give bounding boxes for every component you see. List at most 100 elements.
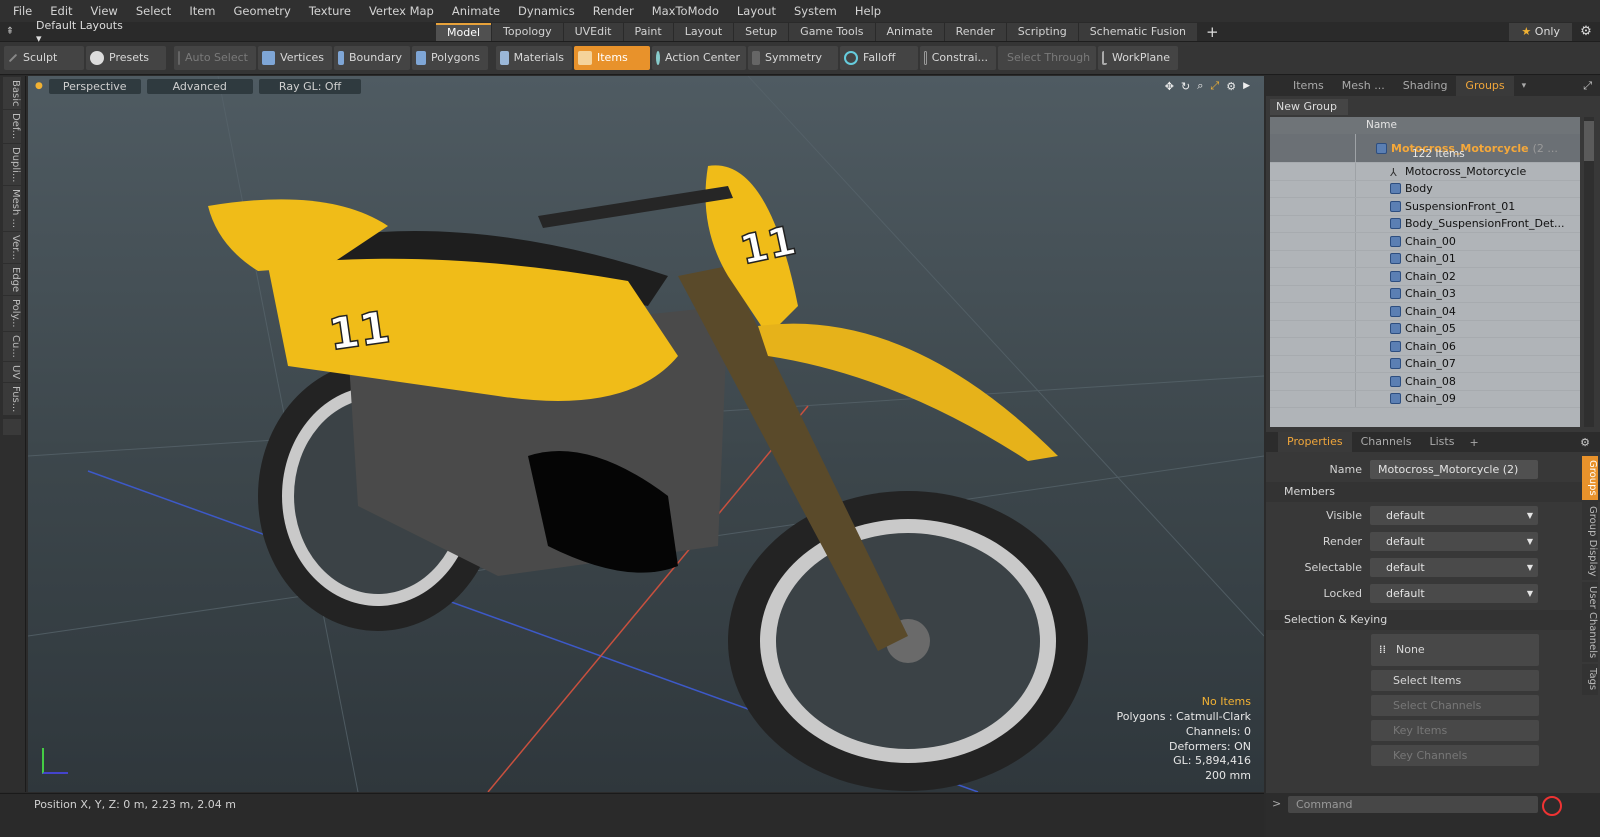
select-through-button[interactable]: Select Through — [998, 46, 1096, 70]
tab-properties[interactable]: Properties — [1278, 432, 1352, 452]
left-tab-vertex[interactable]: Ver... — [3, 232, 21, 264]
list-item[interactable]: Chain_05 — [1270, 320, 1580, 338]
command-input[interactable]: Command — [1288, 796, 1538, 813]
group-row[interactable]: Motocross_Motorcycle (2 ... 122 Items — [1270, 134, 1580, 163]
left-tab-mesh[interactable]: Mesh ... — [3, 186, 21, 232]
left-tab-more-button[interactable] — [3, 419, 21, 436]
action-center-button[interactable]: Action Center — [652, 46, 746, 70]
zoom-view-icon[interactable]: ⌕ — [1197, 79, 1203, 93]
select-channels-button[interactable]: Select Channels — [1371, 695, 1539, 716]
presets-button[interactable]: Presets — [86, 46, 166, 70]
add-tab-plus-icon[interactable]: + — [1198, 23, 1227, 41]
viewport-3d[interactable]: 11 11 ● Perspective Advanced Ray GL: Off… — [28, 76, 1264, 792]
tab-paint[interactable]: Paint — [623, 22, 673, 41]
tab-shading[interactable]: Shading — [1394, 76, 1457, 96]
left-tab-duplicate[interactable]: Dupli... — [3, 143, 21, 186]
tab-model[interactable]: Model — [436, 22, 492, 41]
tab-schematic-fusion[interactable]: Schematic Fusion — [1078, 22, 1198, 41]
key-channels-button[interactable]: Key Channels — [1371, 745, 1539, 766]
add-tab-plus-icon[interactable]: + — [1463, 436, 1484, 449]
left-tab-deform[interactable]: Def... — [3, 110, 21, 143]
list-item[interactable]: Chain_00 — [1270, 233, 1580, 251]
side-tab-groups[interactable]: Groups — [1582, 456, 1598, 500]
list-item[interactable]: Chain_06 — [1270, 338, 1580, 356]
tab-channels[interactable]: Channels — [1352, 432, 1421, 452]
list-item[interactable]: Chain_04 — [1270, 303, 1580, 321]
left-tab-uv[interactable]: UV — [3, 361, 21, 382]
menu-system[interactable]: System — [785, 0, 846, 22]
only-toggle[interactable]: ★ Only — [1509, 22, 1572, 41]
menu-layout[interactable]: Layout — [728, 0, 785, 22]
keying-preset-button[interactable]: ⁞⁞ None — [1371, 634, 1539, 666]
rotate-view-icon[interactable]: ↻ — [1181, 80, 1190, 93]
new-group-button[interactable]: New Group — [1270, 99, 1348, 115]
members-section[interactable]: Members — [1266, 482, 1600, 502]
side-tab-tags[interactable]: Tags — [1582, 664, 1598, 695]
list-item[interactable]: Chain_08 — [1270, 373, 1580, 391]
tab-layout[interactable]: Layout — [673, 22, 734, 41]
left-tab-fusion[interactable]: Fus... — [3, 382, 21, 416]
side-tab-group-display[interactable]: Group Display — [1582, 501, 1598, 581]
constraints-button[interactable]: Constrai... — [920, 46, 996, 70]
menu-animate[interactable]: Animate — [443, 0, 509, 22]
list-item[interactable]: Chain_07 — [1270, 355, 1580, 373]
tab-lists[interactable]: Lists — [1421, 432, 1464, 452]
visible-dropdown[interactable]: default ▼ — [1370, 505, 1538, 525]
selection-keying-section[interactable]: Selection & Keying — [1266, 610, 1600, 630]
items-button[interactable]: Items — [574, 46, 650, 70]
default-layouts-dropdown[interactable]: Default Layouts ▾ — [20, 19, 128, 45]
shading-mode-dropdown[interactable]: Advanced — [146, 78, 253, 94]
symmetry-button[interactable]: Symmetry — [748, 46, 838, 70]
panel-maximize-icon[interactable]: ⤢ — [1575, 79, 1600, 93]
menu-vertex-map[interactable]: Vertex Map — [360, 0, 443, 22]
tab-topology[interactable]: Topology — [492, 22, 563, 41]
tab-game-tools[interactable]: Game Tools — [789, 22, 875, 41]
tab-items[interactable]: Items — [1284, 76, 1333, 96]
group-name-field[interactable]: Motocross_Motorcycle (2) — [1370, 459, 1538, 479]
side-tab-user-channels[interactable]: User Channels — [1582, 582, 1598, 663]
layout-arrow-icon[interactable]: ⇞ — [0, 26, 20, 37]
sculpt-button[interactable]: Sculpt — [4, 46, 84, 70]
tabs-dropdown-icon[interactable]: ▾ — [1514, 81, 1535, 91]
tab-scripting[interactable]: Scripting — [1006, 22, 1078, 41]
falloff-button[interactable]: Falloff — [840, 46, 918, 70]
key-items-button[interactable]: Key Items — [1371, 720, 1539, 741]
materials-button[interactable]: Materials — [496, 46, 572, 70]
tab-animate[interactable]: Animate — [875, 22, 944, 41]
left-tab-basic[interactable]: Basic — [3, 77, 21, 110]
boundary-button[interactable]: Boundary — [334, 46, 410, 70]
vertices-button[interactable]: Vertices — [258, 46, 332, 70]
workplane-button[interactable]: WorkPlane — [1098, 46, 1178, 70]
auto-select-button[interactable]: Auto Select — [174, 46, 256, 70]
list-item[interactable]: ⅄ Motocross_Motorcycle — [1270, 163, 1580, 181]
menu-select[interactable]: Select — [127, 0, 180, 22]
fit-view-icon[interactable]: ⤢ — [1210, 79, 1219, 93]
view-mode-dropdown[interactable]: Perspective — [48, 78, 141, 94]
tab-uvedit[interactable]: UVEdit — [563, 22, 623, 41]
menu-geometry[interactable]: Geometry — [225, 0, 300, 22]
menu-item[interactable]: Item — [180, 0, 224, 22]
list-item[interactable]: Body_SuspensionFront_Det... — [1270, 215, 1580, 233]
tab-groups[interactable]: Groups — [1456, 76, 1514, 96]
viewport-expand-icon[interactable]: ▶ — [1243, 81, 1250, 91]
viewport-menu-dot-icon[interactable]: ● — [35, 81, 43, 91]
viewport-settings-icon[interactable]: ⚙ — [1226, 80, 1236, 93]
raygl-dropdown[interactable]: Ray GL: Off — [258, 78, 362, 94]
selectable-dropdown[interactable]: default ▼ — [1370, 557, 1538, 577]
locked-dropdown[interactable]: default ▼ — [1370, 583, 1538, 603]
tab-mesh[interactable]: Mesh ... — [1333, 76, 1394, 96]
list-item[interactable]: Chain_01 — [1270, 250, 1580, 268]
left-tab-edge[interactable]: Edge — [3, 264, 21, 296]
left-tab-curve[interactable]: Cu... — [3, 331, 21, 361]
gear-icon[interactable]: ⚙ — [1572, 24, 1600, 39]
tab-render[interactable]: Render — [944, 22, 1006, 41]
menu-render[interactable]: Render — [584, 0, 643, 22]
menu-help[interactable]: Help — [846, 0, 890, 22]
menu-texture[interactable]: Texture — [300, 0, 360, 22]
list-item[interactable]: Body — [1270, 180, 1580, 198]
menu-dynamics[interactable]: Dynamics — [509, 0, 584, 22]
record-icon[interactable] — [1542, 796, 1562, 816]
render-dropdown[interactable]: default ▼ — [1370, 531, 1538, 551]
menu-maxtomodo[interactable]: MaxToModo — [643, 0, 728, 22]
properties-settings-icon[interactable]: ⚙ — [1570, 436, 1600, 449]
